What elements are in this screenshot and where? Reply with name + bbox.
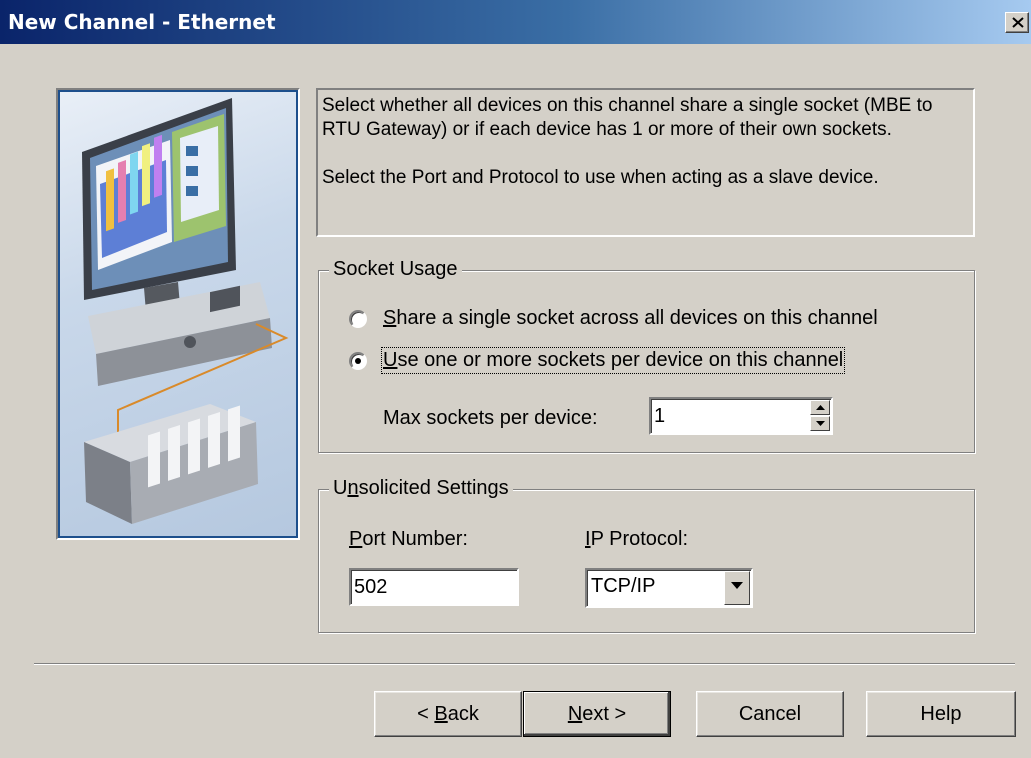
unsolicited-settings-group: Unsolicited Settings Port Number: IP Pro… <box>318 477 975 633</box>
dropdown-button[interactable] <box>724 571 750 605</box>
spin-buttons <box>810 400 830 432</box>
info-description: Select whether all devices on this chann… <box>316 88 975 237</box>
radio-unchecked-icon <box>349 310 367 328</box>
back-button[interactable]: < Back <box>374 691 522 737</box>
info-paragraph-1: Select whether all devices on this chann… <box>322 95 933 140</box>
computer-plc-illustration <box>82 98 289 524</box>
ip-protocol-select[interactable]: TCP/IP <box>585 568 753 608</box>
close-icon <box>1012 17 1024 28</box>
spin-up-button[interactable] <box>810 400 830 415</box>
max-sockets-label: Max sockets per device: <box>383 407 598 429</box>
button-separator <box>34 663 1015 665</box>
close-button[interactable] <box>1005 12 1029 33</box>
per-device-socket-label: Use one or more sockets per device on th… <box>380 347 846 374</box>
help-button[interactable]: Help <box>866 691 1016 737</box>
max-sockets-stepper[interactable] <box>649 397 833 435</box>
title-bar[interactable]: New Channel - Ethernet <box>0 0 1031 44</box>
max-sockets-input[interactable] <box>651 399 831 433</box>
unsolicited-settings-legend: Unsolicited Settings <box>329 477 513 500</box>
socket-usage-legend: Socket Usage <box>329 258 462 281</box>
port-number-input[interactable] <box>351 570 517 604</box>
socket-usage-group: Socket Usage Share a single socket acros… <box>318 258 975 453</box>
spin-up-icon <box>816 405 825 410</box>
cancel-button[interactable]: Cancel <box>696 691 844 737</box>
wizard-illustration <box>56 88 300 540</box>
next-button[interactable]: Next > <box>523 691 671 737</box>
chevron-down-icon <box>731 582 743 589</box>
radio-checked-icon <box>349 352 367 370</box>
ip-protocol-label: IP Protocol: <box>585 528 689 550</box>
spin-down-icon <box>816 421 825 426</box>
spin-down-button[interactable] <box>810 416 830 431</box>
window-title: New Channel - Ethernet <box>8 10 276 34</box>
info-paragraph-2: Select the Port and Protocol to use when… <box>322 167 879 188</box>
share-socket-label: Share a single socket across all devices… <box>383 307 878 329</box>
ip-protocol-value: TCP/IP <box>591 575 656 597</box>
port-number-label: Port Number: <box>349 528 468 550</box>
port-number-field[interactable] <box>349 568 519 606</box>
